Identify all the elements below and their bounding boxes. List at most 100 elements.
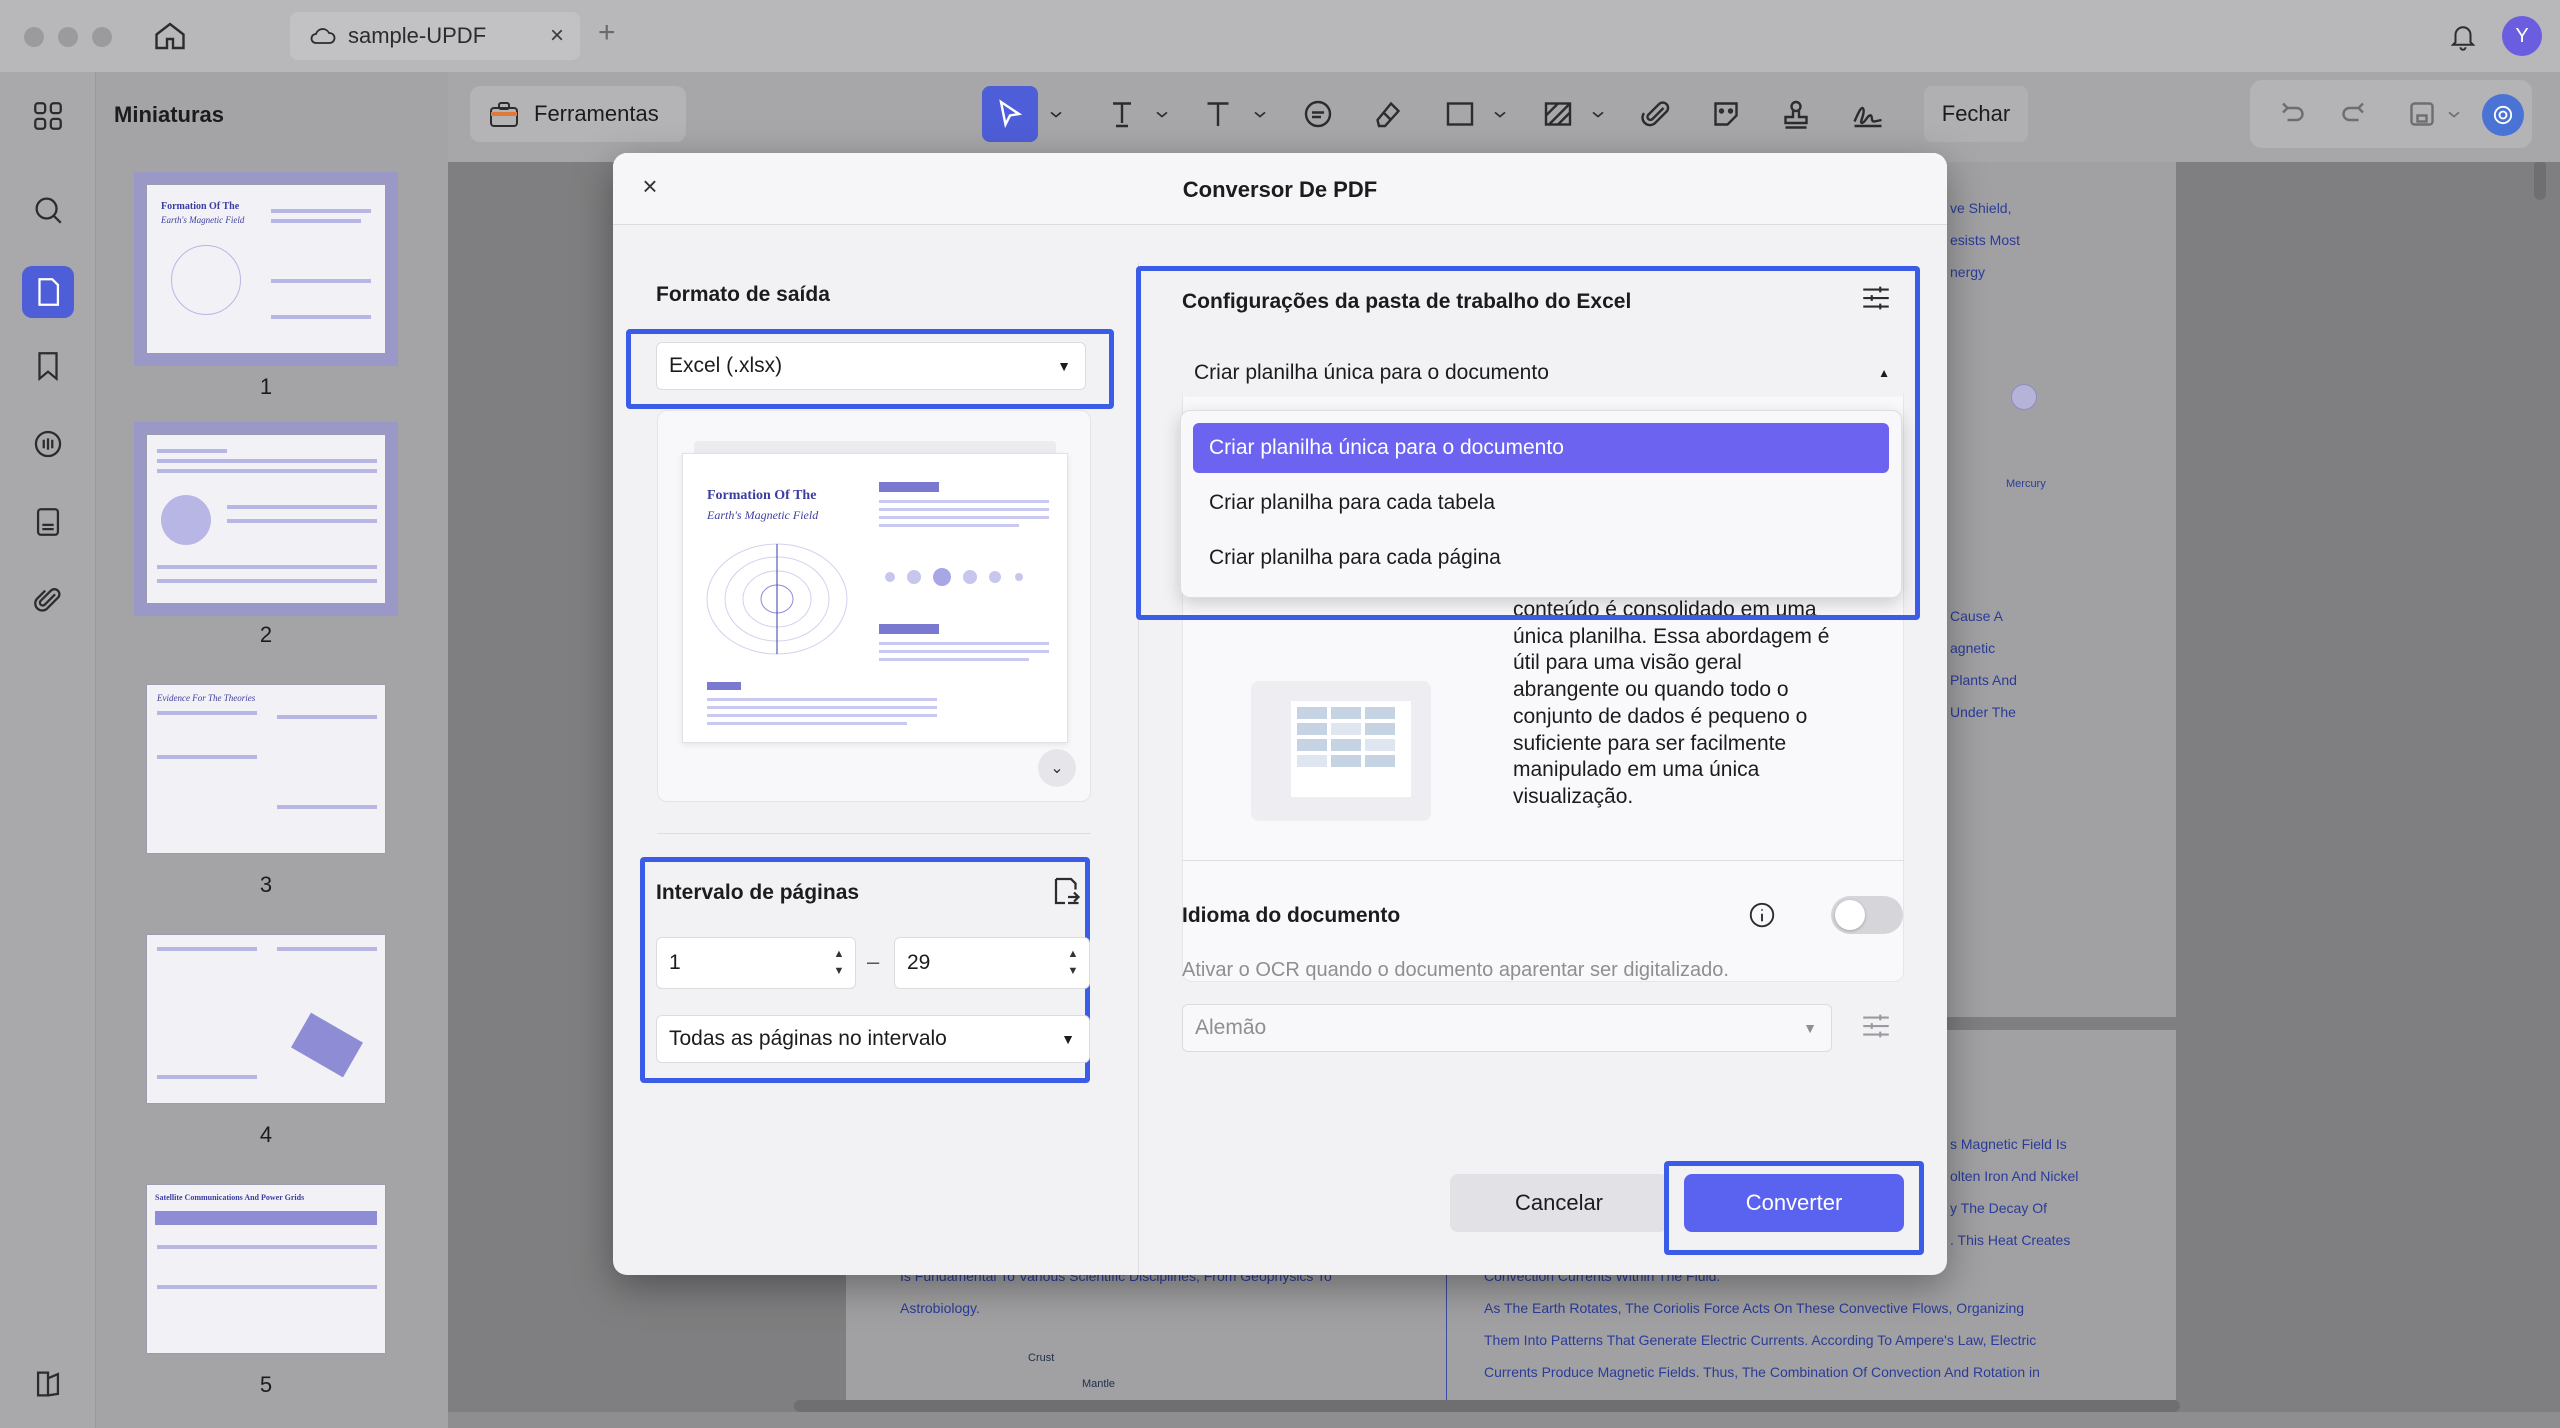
doc-text: Currents Produce Magnetic Fields. Thus, … — [1484, 1364, 2040, 1380]
language-select[interactable]: Alemão ▼ — [1182, 1004, 1832, 1052]
new-tab-icon[interactable]: + — [598, 16, 616, 50]
excel-settings-label: Configurações da pasta de trabalho do Ex… — [1182, 290, 1632, 313]
text-box-tool-icon[interactable] — [1096, 88, 1148, 140]
close-tab-icon[interactable]: × — [550, 22, 564, 50]
cancel-button[interactable]: Cancelar — [1450, 1174, 1668, 1232]
range-from-input[interactable]: 1 ▲ ▼ — [656, 937, 856, 989]
output-format-select[interactable]: Excel (.xlsx) ▼ — [656, 342, 1086, 390]
thumbnails-panel: Miniaturas Formation Of The Earth's Magn… — [96, 72, 534, 1428]
bookmark-icon[interactable] — [26, 344, 70, 388]
settings-sliders-icon[interactable] — [1859, 281, 1893, 315]
apps-grid-icon[interactable] — [26, 94, 70, 138]
sheet-mode-description: conteúdo é consolidado em uma única plan… — [1513, 598, 1830, 808]
vertical-scrollbar[interactable] — [2534, 160, 2546, 200]
output-format-value: Excel (.xlsx) — [669, 354, 783, 377]
range-from-stepper[interactable]: ▲ ▼ — [833, 946, 845, 980]
output-preview: Formation Of The Earth's Magnetic Field — [657, 410, 1091, 802]
thumb-title: Evidence For The Theories — [157, 693, 256, 703]
home-icon[interactable] — [152, 18, 188, 54]
thumbnail-page-2[interactable] — [134, 422, 398, 616]
doc-text: ve Shield, — [1950, 200, 2012, 216]
close-toolbar-button[interactable]: Fechar — [1924, 86, 2028, 142]
comments-icon[interactable] — [26, 422, 70, 466]
layers-icon[interactable] — [26, 1362, 70, 1406]
attachment-tool-icon[interactable] — [1630, 88, 1682, 140]
sheet-mode-option-single[interactable]: Criar planilha única para o documento — [1193, 423, 1889, 473]
dialog-header: × Conversor De PDF — [613, 153, 1947, 225]
document-tab[interactable]: sample-UPDF × — [290, 12, 580, 60]
doc-text: olten Iron And Nickel — [1950, 1168, 2079, 1184]
page-range-swap-icon[interactable] — [1047, 873, 1083, 909]
output-format-label: Formato de saída — [656, 283, 830, 306]
minimize-window-button[interactable] — [58, 27, 78, 47]
pdf-converter-dialog: × Conversor De PDF Formato de saída Exce… — [613, 153, 1947, 1275]
range-mode-value: Todas as páginas no intervalo — [669, 1027, 947, 1050]
eraser-icon[interactable] — [1362, 88, 1414, 140]
chevron-down-icon[interactable]: ⌄ — [1038, 749, 1076, 787]
thumbnails-icon[interactable] — [22, 266, 74, 318]
chevron-down-icon[interactable] — [1490, 88, 1510, 140]
ai-assistant-icon[interactable] — [2482, 94, 2524, 136]
spreadsheet-illustration — [1251, 681, 1431, 826]
doc-text: y The Decay Of — [1950, 1200, 2048, 1216]
ocr-toggle[interactable] — [1831, 896, 1903, 934]
thumbnail-number: 5 — [259, 1372, 273, 1397]
zoom-window-button[interactable] — [92, 27, 112, 47]
avatar[interactable]: Y — [2502, 16, 2542, 56]
organize-pages-icon[interactable] — [26, 500, 70, 544]
range-to-input[interactable]: 29 ▲ ▼ — [894, 937, 1090, 989]
caret-down-icon: ▼ — [1803, 1020, 1817, 1036]
chevron-down-icon[interactable] — [1250, 88, 1270, 140]
range-from-value: 1 — [669, 951, 681, 974]
save-icon[interactable] — [2396, 88, 2448, 140]
range-to-stepper[interactable]: ▲ ▼ — [1067, 946, 1079, 980]
select-tool-button[interactable] — [982, 86, 1038, 142]
thumbnail-page-4[interactable] — [146, 934, 386, 1104]
rectangle-tool-icon[interactable] — [1434, 88, 1486, 140]
tools-label: Ferramentas — [534, 101, 659, 126]
doc-text: As The Earth Rotates, The Coriolis Force… — [1484, 1300, 2025, 1316]
sheet-mode-value: Criar planilha única para o documento — [1194, 361, 1549, 384]
horizontal-scrollbar[interactable] — [794, 1400, 2180, 1412]
thumbnail-page-5[interactable]: Satellite Communications And Power Grids — [146, 1184, 386, 1354]
redo-icon[interactable] — [2328, 88, 2380, 140]
thumbnail-number: 3 — [259, 872, 273, 897]
preview-subtitle: Earth's Magnetic Field — [707, 508, 819, 522]
close-window-button[interactable] — [24, 27, 44, 47]
chevron-down-icon[interactable] — [1588, 88, 1608, 140]
sheet-mode-option-per-table[interactable]: Criar planilha para cada tabela — [1193, 478, 1889, 528]
doc-text: Them Into Patterns That Generate Electri… — [1484, 1332, 2037, 1348]
doc-text: Mercury — [2006, 478, 2046, 490]
sheet-mode-option-per-page[interactable]: Criar planilha para cada página — [1193, 533, 1889, 583]
toolbox-icon — [490, 102, 518, 127]
cloud-icon — [310, 28, 336, 44]
undo-icon[interactable] — [2266, 88, 2318, 140]
thumbnail-page-3[interactable]: Evidence For The Theories — [146, 684, 386, 854]
convert-button[interactable]: Converter — [1684, 1174, 1904, 1232]
text-tool-icon[interactable] — [1192, 88, 1244, 140]
language-value: Alemão — [1195, 1016, 1267, 1039]
thumbnail-page-1[interactable]: Formation Of The Earth's Magnetic Field — [134, 172, 398, 366]
thumb-title: Satellite Communications And Power Grids — [155, 1193, 305, 1202]
attachment-icon[interactable] — [26, 578, 70, 622]
range-mode-select[interactable]: Todas as páginas no intervalo ▼ — [656, 1015, 1090, 1063]
info-icon[interactable] — [1747, 900, 1777, 930]
doc-text: esists Most — [1950, 232, 2021, 248]
bell-icon[interactable] — [2448, 20, 2478, 52]
search-icon[interactable] — [26, 188, 70, 232]
doc-text: agnetic — [1950, 640, 1996, 656]
comment-tool-icon[interactable] — [1292, 88, 1344, 140]
chevron-down-icon[interactable] — [2444, 88, 2464, 140]
sticker-icon[interactable] — [1700, 88, 1752, 140]
chevron-down-icon[interactable] — [1152, 88, 1172, 140]
sheet-mode-select[interactable]: Criar planilha única para o documento ▲ — [1182, 349, 1904, 397]
select-tool-dropdown-icon[interactable] — [1046, 88, 1066, 140]
title-bar: sample-UPDF × + Y — [0, 0, 2560, 72]
language-settings-icon[interactable] — [1859, 1009, 1893, 1043]
magnetic-field-diagram — [706, 543, 848, 655]
caret-down-icon: ▼ — [1061, 1031, 1075, 1047]
area-fill-icon[interactable] — [1532, 88, 1584, 140]
tools-button[interactable]: Ferramentas — [470, 86, 686, 142]
stamp-icon[interactable] — [1770, 88, 1822, 140]
signature-icon[interactable] — [1842, 88, 1894, 140]
